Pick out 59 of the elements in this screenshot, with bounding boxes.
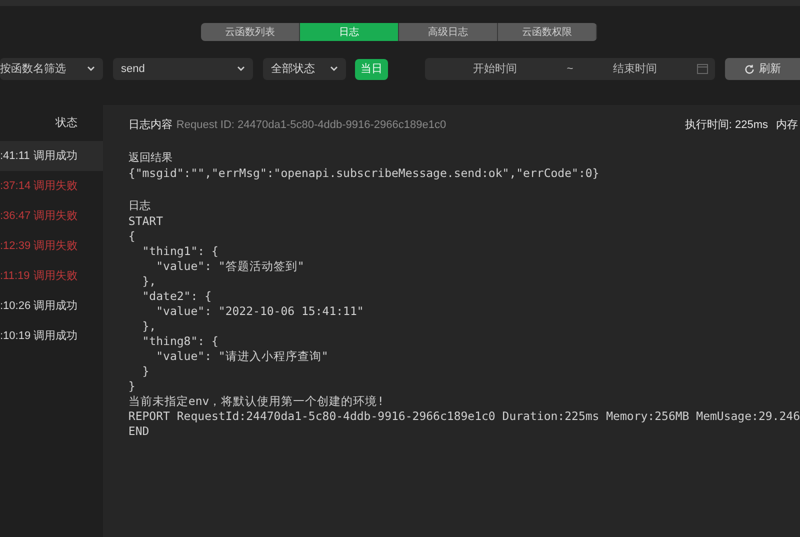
- log-line: },: [141, 319, 158, 334]
- log-time: :12:39: [0, 238, 31, 254]
- chevron-down-icon: [330, 66, 338, 72]
- log-status: 调用成功: [33, 148, 78, 164]
- status-dropdown[interactable]: 全部状态: [263, 58, 346, 80]
- log-time: :10:19: [0, 328, 31, 344]
- log-status: 调用成功: [33, 328, 78, 344]
- log-row[interactable]: :12:39 调用失败: [0, 231, 104, 261]
- log-row[interactable]: :36:47 调用失败: [0, 201, 104, 231]
- log-time: :11:19: [0, 268, 30, 284]
- log-line: }: [128, 379, 136, 394]
- log-line: {: [128, 229, 136, 244]
- today-button[interactable]: 当日: [355, 58, 388, 80]
- log-status: 调用成功: [33, 298, 78, 314]
- log-line: "thing8": {: [141, 334, 220, 349]
- tab[interactable]: 云函数权限: [498, 23, 597, 41]
- memory-label: 内存: [776, 118, 798, 133]
- refresh-button[interactable]: 刷新: [725, 58, 800, 80]
- log-line: START: [128, 214, 164, 229]
- log-line: "date2": {: [141, 289, 212, 304]
- log-time: :36:47: [0, 208, 31, 224]
- chevron-down-icon: [237, 66, 245, 72]
- result-text: {"msgid":"","errMsg":"openapi.subscribeMessage.send:ok","errCode":0}: [128, 166, 600, 181]
- log-status: 调用失败: [33, 238, 78, 254]
- log-line: "value": "请进入小程序查询": [155, 349, 330, 364]
- log-row[interactable]: :11:19 调用失败: [0, 261, 104, 291]
- log-status: 调用失败: [33, 268, 78, 284]
- tab[interactable]: 日志: [300, 23, 399, 41]
- log-row[interactable]: :37:14 调用失败: [0, 171, 104, 201]
- log-row[interactable]: :10:19 调用成功: [0, 321, 104, 351]
- detail-title: 日志内容: [128, 118, 172, 133]
- log-line: 当前未指定env，将默认使用第一个创建的环境!: [128, 394, 386, 409]
- tab[interactable]: 高级日志: [399, 23, 498, 41]
- log-line: END: [128, 424, 150, 439]
- log-label: 日志: [128, 199, 152, 214]
- result-label: 返回结果: [128, 151, 174, 166]
- log-status: 调用失败: [33, 208, 78, 224]
- log-row[interactable]: :10:26 调用成功: [0, 291, 104, 321]
- log-time: :37:14: [0, 178, 31, 194]
- tab[interactable]: 云函数列表: [201, 23, 300, 41]
- refresh-icon: [744, 64, 755, 74]
- log-line: REPORT RequestId:24470da1-5c80-4ddb-9916-2966c189e1c0 Duration:225ms Memory:256MB MemUsage:29.246: [128, 409, 800, 424]
- log-line: "thing1": {: [141, 244, 220, 259]
- function-filter-dropdown[interactable]: 按函数名筛选: [0, 58, 103, 80]
- log-line: },: [141, 274, 158, 289]
- column-header: 状态: [55, 116, 78, 131]
- log-status: 调用失败: [33, 178, 78, 194]
- calendar-icon: [697, 64, 708, 74]
- date-range-field[interactable]: 开始时间 ~ 结束时间: [425, 58, 715, 80]
- chevron-down-icon: [87, 66, 95, 72]
- log-row[interactable]: :41:11 调用成功: [0, 141, 104, 171]
- request-id: Request ID: 24470da1-5c80-4ddb-9916-2966c189e1c0: [176, 118, 446, 133]
- execution-time: 执行时间: 225ms: [684, 118, 768, 133]
- function-dropdown[interactable]: send: [113, 58, 253, 80]
- log-line: "value": "2022-10-06 15:41:11": [155, 304, 365, 319]
- log-line: }: [141, 364, 150, 379]
- log-time: :41:11: [0, 148, 30, 164]
- log-time: :10:26: [0, 298, 31, 314]
- log-line: "value": "答题活动签到": [155, 259, 306, 274]
